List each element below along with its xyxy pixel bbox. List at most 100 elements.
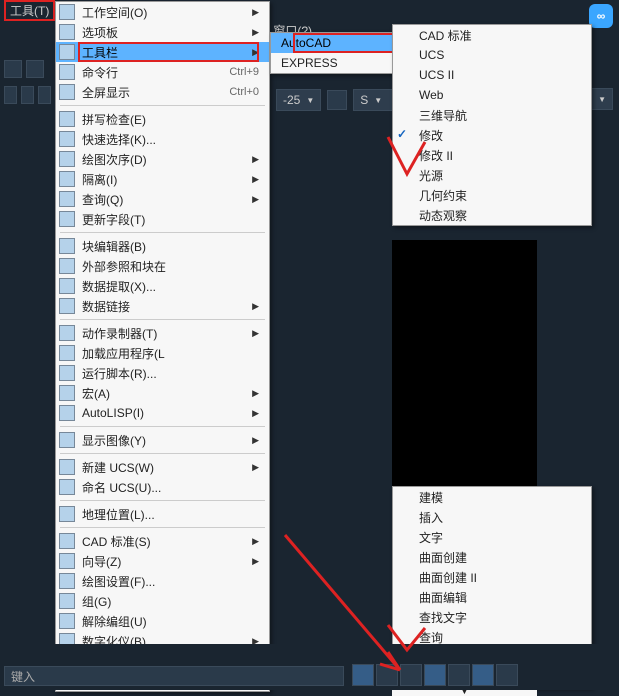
menu-item-icon [59, 385, 75, 401]
menu-item-label: 解除编组(U) [82, 613, 259, 630]
menu-item[interactable]: CAD 标准(S)▶ [56, 531, 269, 551]
status-toggle[interactable] [376, 664, 398, 686]
cloud-icon[interactable]: ∞ [589, 4, 613, 28]
menu-item[interactable]: 动作录制器(T)▶ [56, 323, 269, 343]
menu-item-label: 曲面编辑 [419, 589, 581, 606]
menu-item[interactable]: 隔离(I)▶ [56, 169, 269, 189]
menu-item[interactable]: 块编辑器(B) [56, 236, 269, 256]
chevron-down-icon: ▼ [598, 95, 606, 104]
menu-item-label: 光源 [419, 167, 581, 184]
status-toggle[interactable] [472, 664, 494, 686]
menu-item[interactable]: 全屏显示Ctrl+0 [56, 82, 269, 102]
menu-item[interactable]: UCS II [393, 65, 591, 85]
menu-item[interactable]: 绘图次序(D)▶ [56, 149, 269, 169]
status-toggle[interactable] [496, 664, 518, 686]
menu-item[interactable]: 工具栏▶ [56, 42, 269, 62]
menu-item[interactable]: Web [393, 85, 591, 105]
menu-item-icon [59, 238, 75, 254]
menu-item[interactable]: 几何约束 [393, 185, 591, 205]
menu-item[interactable]: 新建 UCS(W)▶ [56, 457, 269, 477]
menu-item-icon [59, 171, 75, 187]
menu-item[interactable]: CAD 标准 [393, 25, 591, 45]
menu-item[interactable]: 动态观察 [393, 205, 591, 225]
menu-item[interactable]: 光源 [393, 165, 591, 185]
menu-item[interactable]: 宏(A)▶ [56, 383, 269, 403]
lineweight-dropdown[interactable]: -25 ▼ [276, 89, 321, 111]
menu-item-icon [59, 64, 75, 80]
layer-icon[interactable] [38, 86, 51, 104]
menu-item[interactable]: 修改 II [393, 145, 591, 165]
menu-item-label: AutoLISP(I) [82, 406, 246, 420]
menu-item[interactable]: 文字 [393, 527, 591, 547]
grid-icon[interactable] [327, 90, 347, 110]
nav-icon[interactable] [4, 60, 22, 78]
menu-item[interactable]: 更新字段(T) [56, 209, 269, 229]
top-menu-tools[interactable]: 工具(T) [4, 0, 55, 21]
command-line[interactable]: 键入 [4, 666, 344, 686]
menu-item[interactable]: 查询(Q)▶ [56, 189, 269, 209]
menu-item-label: 向导(Z) [82, 553, 246, 570]
menu-item-label: 动态观察 [419, 207, 581, 224]
menu-separator [60, 453, 265, 454]
status-toggle[interactable] [400, 664, 422, 686]
menu-item[interactable]: 查找文字 [393, 607, 591, 627]
menu-item-icon [59, 432, 75, 448]
menu-item[interactable]: 命令行Ctrl+9 [56, 62, 269, 82]
menu-item-label: 拼写检查(E) [82, 111, 259, 128]
menu-item-label: UCS II [419, 68, 581, 82]
menu-item-label: 查询 [419, 629, 581, 646]
menu-item-label: 更新字段(T) [82, 211, 259, 228]
menu-item-icon [59, 533, 75, 549]
nav-icon[interactable] [26, 60, 44, 78]
menu-item[interactable]: 命名 UCS(U)... [56, 477, 269, 497]
status-toggle[interactable] [424, 664, 446, 686]
menu-item-icon [59, 151, 75, 167]
layer-icon[interactable] [21, 86, 34, 104]
menu-item-icon [59, 345, 75, 361]
status-toggle[interactable] [448, 664, 470, 686]
menu-item-icon [59, 479, 75, 495]
menu-item[interactable]: ✓修改 [393, 125, 591, 145]
menu-item[interactable]: 三维导航 [393, 105, 591, 125]
menu-item[interactable]: 数据提取(X)... [56, 276, 269, 296]
menu-item[interactable]: 快速选择(K)... [56, 129, 269, 149]
status-toggle[interactable] [352, 664, 374, 686]
menu-item[interactable]: 解除编组(U) [56, 611, 269, 631]
menu-item[interactable]: 曲面编辑 [393, 587, 591, 607]
menu-item[interactable]: 向导(Z)▶ [56, 551, 269, 571]
left-panel [0, 56, 55, 676]
menu-item[interactable]: 运行脚本(R)... [56, 363, 269, 383]
menu-item[interactable]: 地理位置(L)... [56, 504, 269, 524]
menu-item-label: 三维导航 [419, 107, 581, 124]
menu-item[interactable]: 外部参照和块在 [56, 256, 269, 276]
menu-item-label: 曲面创建 II [419, 569, 581, 586]
menu-item-label: 数据提取(X)... [82, 278, 259, 295]
menu-item[interactable]: 数据链接▶ [56, 296, 269, 316]
menu-item[interactable]: UCS [393, 45, 591, 65]
layer-icon[interactable] [4, 86, 17, 104]
menu-item[interactable]: 插入 [393, 507, 591, 527]
menu-item[interactable]: 建模 [393, 487, 591, 507]
menu-item[interactable]: AutoLISP(I)▶ [56, 403, 269, 423]
status-bar: 键入 [0, 644, 619, 690]
menu-item-label: 动作录制器(T) [82, 325, 246, 342]
chevron-down-icon: ▼ [374, 96, 382, 105]
menu-item[interactable]: 工作空间(O)▶ [56, 2, 269, 22]
menu-item[interactable]: 显示图像(Y)▶ [56, 430, 269, 450]
sys-dropdown[interactable]: S ▼ [353, 89, 393, 111]
menu-item[interactable]: 曲面创建 [393, 547, 591, 567]
menu-item[interactable]: 加载应用程序(L [56, 343, 269, 363]
menu-item-label: 工具栏 [82, 44, 246, 61]
menu-item[interactable]: 组(G) [56, 591, 269, 611]
submenu-arrow-icon: ▶ [252, 388, 259, 399]
menu-item[interactable]: 绘图设置(F)... [56, 571, 269, 591]
menu-item-icon [59, 44, 75, 60]
menu-separator [60, 426, 265, 427]
lineweight-value: -25 [283, 93, 300, 107]
menu-item[interactable]: 选项板▶ [56, 22, 269, 42]
menu-item-label: 曲面创建 [419, 549, 581, 566]
menu-item[interactable]: 拼写检查(E) [56, 109, 269, 129]
submenu-arrow-icon: ▶ [252, 154, 259, 165]
menu-item[interactable]: 曲面创建 II [393, 567, 591, 587]
check-icon: ✓ [397, 127, 407, 141]
